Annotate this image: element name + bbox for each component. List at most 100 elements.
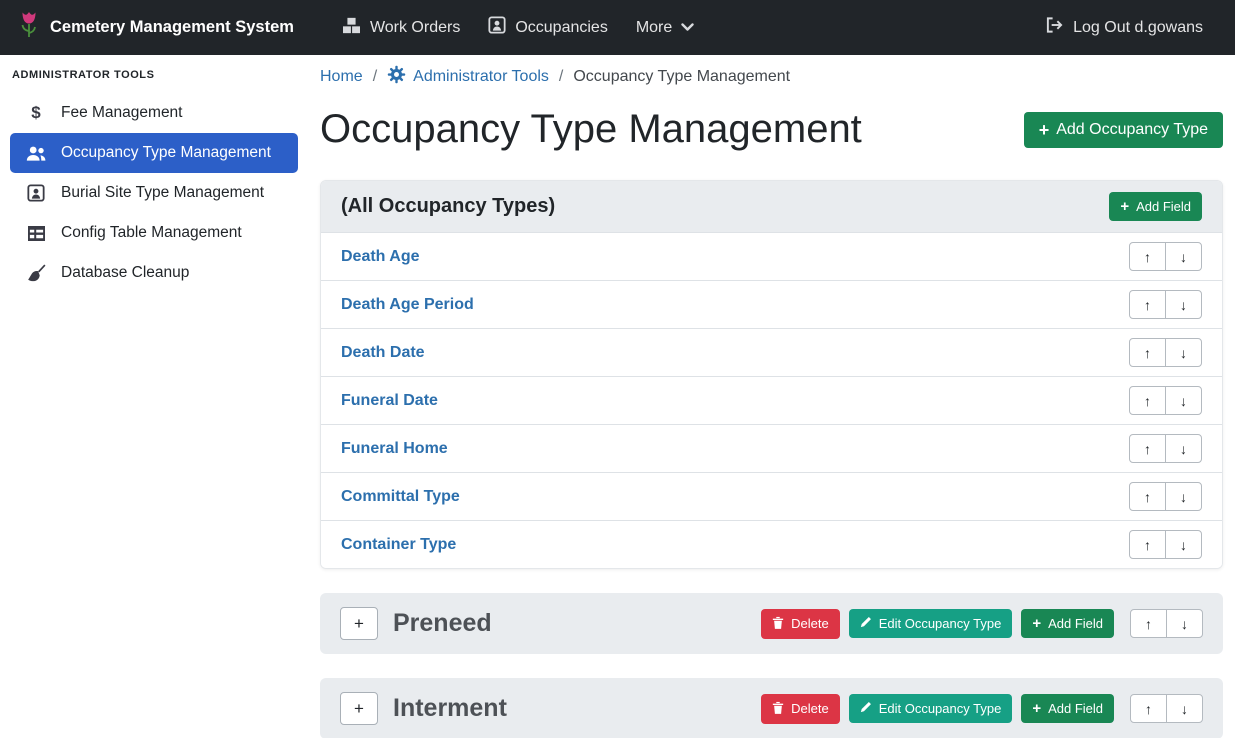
nav-work-orders[interactable]: Work Orders: [342, 17, 460, 39]
page-header: Occupancy Type Management + Add Occupanc…: [320, 107, 1223, 152]
arrow-down-icon: ↓: [1180, 393, 1187, 409]
pencil-icon: [860, 701, 872, 716]
button-label: Delete: [791, 616, 829, 631]
plus-icon: +: [1120, 199, 1129, 214]
field-link[interactable]: Committal Type: [341, 488, 460, 506]
sidebar-heading: ADMINISTRATOR TOOLS: [0, 61, 308, 93]
sidebar-item-label: Burial Site Type Management: [61, 184, 264, 202]
field-row: Death Age ↑ ↓: [321, 232, 1222, 280]
field-list: Death Age ↑ ↓ Death Age Period ↑ ↓ Death…: [321, 232, 1222, 568]
logout-button[interactable]: Log Out d.gowans: [1045, 16, 1203, 39]
breadcrumb-home-link[interactable]: Home: [320, 68, 363, 86]
sidebar-item-fee-management[interactable]: $ Fee Management: [10, 93, 298, 133]
reorder-buttons: ↑ ↓: [1129, 386, 1202, 415]
move-down-button[interactable]: ↓: [1165, 338, 1202, 367]
button-label: Delete: [791, 701, 829, 716]
edit-occupancy-type-button[interactable]: Edit Occupancy Type: [849, 694, 1013, 723]
dollar-icon: $: [24, 103, 48, 123]
field-link[interactable]: Death Age Period: [341, 296, 474, 314]
move-down-button[interactable]: ↓: [1165, 482, 1202, 511]
move-up-button[interactable]: ↑: [1129, 386, 1166, 415]
field-row: Death Age Period ↑ ↓: [321, 280, 1222, 328]
trash-icon: [772, 701, 784, 717]
page-title: Occupancy Type Management: [320, 107, 862, 152]
all-occupancy-types-header: (All Occupancy Types) + Add Field: [321, 181, 1222, 232]
add-field-button[interactable]: + Add Field: [1021, 694, 1114, 723]
move-up-button[interactable]: ↑: [1129, 482, 1166, 511]
arrow-up-icon: ↑: [1144, 537, 1151, 553]
top-navbar: Cemetery Management System Work Orders O…: [0, 0, 1235, 55]
sidebar-item-label: Occupancy Type Management: [61, 144, 271, 162]
nav-more[interactable]: More: [636, 19, 694, 37]
reorder-buttons: ↑ ↓: [1129, 434, 1202, 463]
move-down-button[interactable]: ↓: [1165, 530, 1202, 559]
move-down-button[interactable]: ↓: [1166, 609, 1203, 638]
add-occupancy-type-button[interactable]: + Add Occupancy Type: [1024, 112, 1223, 148]
broom-icon: [24, 264, 48, 282]
logout-label: Log Out d.gowans: [1073, 19, 1203, 37]
pencil-icon: [860, 616, 872, 631]
card-title: (All Occupancy Types): [341, 195, 555, 218]
expand-section-button[interactable]: +: [340, 607, 378, 640]
field-link[interactable]: Death Date: [341, 344, 425, 362]
add-field-button[interactable]: + Add Field: [1109, 192, 1202, 221]
move-down-button[interactable]: ↓: [1166, 694, 1203, 723]
breadcrumb-separator: /: [559, 68, 563, 86]
arrow-up-icon: ↑: [1145, 616, 1152, 632]
tulip-logo-icon: [18, 11, 40, 44]
arrow-down-icon: ↓: [1181, 616, 1188, 632]
breadcrumb-admin-tools-link[interactable]: Administrator Tools: [387, 65, 549, 89]
move-up-button[interactable]: ↑: [1129, 530, 1166, 559]
move-up-button[interactable]: ↑: [1129, 338, 1166, 367]
field-row: Container Type ↑ ↓: [321, 520, 1222, 568]
sidebar-item-burial-site-type-management[interactable]: Burial Site Type Management: [10, 173, 298, 213]
sections: + Preneed Delete Edit Occupancy Type + A…: [320, 593, 1223, 738]
nav-occupancies[interactable]: Occupancies: [488, 16, 608, 39]
chevron-down-icon: [681, 19, 694, 37]
move-up-button[interactable]: ↑: [1129, 434, 1166, 463]
breadcrumb: Home / Administrator Tools / Occupancy T…: [320, 65, 1223, 89]
sidebar-item-config-table-management[interactable]: Config Table Management: [10, 213, 298, 253]
field-link[interactable]: Funeral Home: [341, 440, 448, 458]
field-link[interactable]: Container Type: [341, 536, 456, 554]
plus-icon: +: [1039, 121, 1050, 139]
expand-section-button[interactable]: +: [340, 692, 378, 725]
sidebar-item-label: Fee Management: [61, 104, 183, 122]
field-link[interactable]: Funeral Date: [341, 392, 438, 410]
nav-label: Occupancies: [515, 19, 608, 37]
field-link[interactable]: Death Age: [341, 248, 420, 266]
field-row: Death Date ↑ ↓: [321, 328, 1222, 376]
move-up-button[interactable]: ↑: [1130, 694, 1167, 723]
sidebar-item-occupancy-type-management[interactable]: Occupancy Type Management: [10, 133, 298, 173]
plus-icon: +: [354, 614, 364, 634]
button-label: Add Field: [1048, 701, 1103, 716]
reorder-buttons: ↑ ↓: [1130, 609, 1203, 638]
nav-label: More: [636, 19, 672, 37]
sidebar: ADMINISTRATOR TOOLS $ Fee Management Occ…: [0, 55, 308, 738]
move-down-button[interactable]: ↓: [1165, 242, 1202, 271]
person-frame-icon: [488, 16, 506, 39]
arrow-up-icon: ↑: [1144, 441, 1151, 457]
move-down-button[interactable]: ↓: [1165, 434, 1202, 463]
app-brand[interactable]: Cemetery Management System: [18, 11, 294, 44]
nav-label: Work Orders: [370, 19, 460, 37]
edit-occupancy-type-button[interactable]: Edit Occupancy Type: [849, 609, 1013, 638]
arrow-down-icon: ↓: [1180, 249, 1187, 265]
plus-icon: +: [1032, 701, 1041, 716]
sidebar-item-label: Config Table Management: [61, 224, 242, 242]
move-up-button[interactable]: ↑: [1130, 609, 1167, 638]
move-up-button[interactable]: ↑: [1129, 290, 1166, 319]
plus-icon: +: [1032, 616, 1041, 631]
move-up-button[interactable]: ↑: [1129, 242, 1166, 271]
move-down-button[interactable]: ↓: [1165, 386, 1202, 415]
field-row: Funeral Date ↑ ↓: [321, 376, 1222, 424]
add-field-button[interactable]: + Add Field: [1021, 609, 1114, 638]
reorder-buttons: ↑ ↓: [1129, 530, 1202, 559]
reorder-buttons: ↑ ↓: [1129, 242, 1202, 271]
delete-button[interactable]: Delete: [761, 609, 840, 639]
delete-button[interactable]: Delete: [761, 694, 840, 724]
move-down-button[interactable]: ↓: [1165, 290, 1202, 319]
sidebar-item-database-cleanup[interactable]: Database Cleanup: [10, 253, 298, 293]
arrow-down-icon: ↓: [1180, 297, 1187, 313]
reorder-buttons: ↑ ↓: [1129, 290, 1202, 319]
